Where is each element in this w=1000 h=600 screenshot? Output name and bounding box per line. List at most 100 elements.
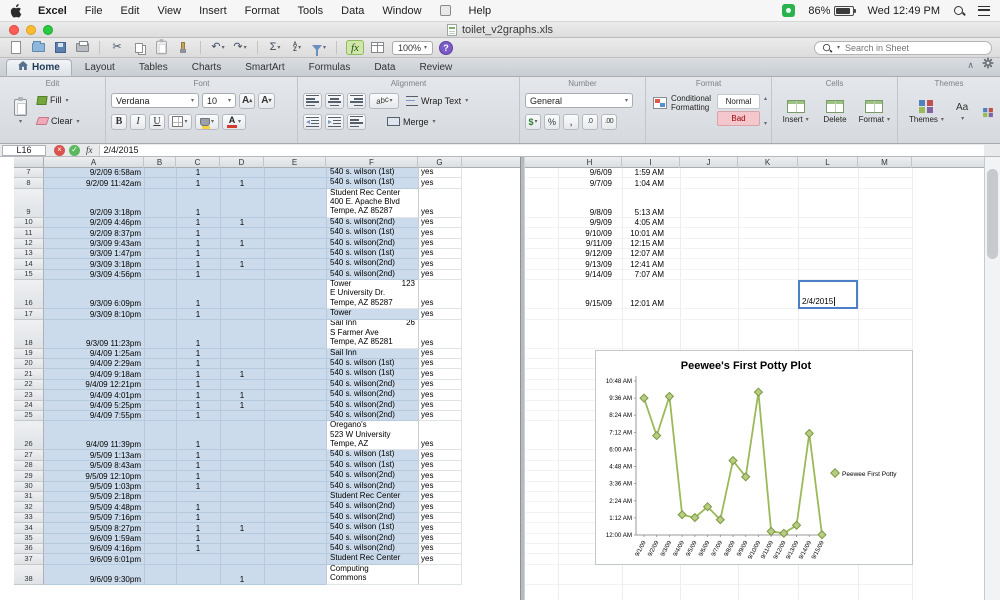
cell-F8[interactable]: 540 s. wilson (1st) <box>326 178 418 189</box>
tab-data[interactable]: Data <box>363 59 406 76</box>
font-family-select[interactable]: Verdana ▾ <box>111 93 199 108</box>
font-color-button[interactable]: A ▾ <box>222 113 246 130</box>
tab-home[interactable]: Home <box>6 59 72 76</box>
new-workbook-button[interactable] <box>8 40 24 55</box>
script-menu-icon[interactable] <box>439 5 451 16</box>
name-box[interactable]: L16 <box>2 144 46 156</box>
cell-C32[interactable]: 1 <box>176 502 220 512</box>
menu-help[interactable]: Help <box>469 5 492 17</box>
menu-data[interactable]: Data <box>341 5 364 17</box>
cell-A16[interactable]: 9/3/09 6:09pm <box>44 280 144 309</box>
cell-F19[interactable]: Sail Inn <box>326 348 418 359</box>
cell-C13[interactable]: 1 <box>176 249 220 259</box>
grow-font-button[interactable]: A <box>239 92 256 109</box>
cell-I11[interactable]: 10:01 AM <box>622 228 680 238</box>
style-bad[interactable]: Bad <box>717 111 760 126</box>
cut-button[interactable]: ✂ <box>109 40 125 55</box>
cell-A9[interactable]: 9/2/09 3:18pm <box>44 189 144 218</box>
cell-A18[interactable]: 9/3/09 11:23pm <box>44 320 144 349</box>
styles-scroll-down[interactable]: ▾ <box>764 120 767 127</box>
cell-F15[interactable]: 540 s. wilson(2nd) <box>326 269 418 281</box>
cell-I12[interactable]: 12:15 AM <box>622 239 680 249</box>
insert-function-button[interactable]: fx <box>86 145 93 155</box>
delete-cells-button[interactable]: Delete <box>816 90 853 134</box>
cell-C11[interactable]: 1 <box>176 228 220 238</box>
theme-colors-button[interactable] <box>980 90 996 134</box>
align-right-button[interactable] <box>347 92 366 109</box>
cell-A7[interactable]: 9/2/09 6:58am <box>44 168 144 178</box>
apple-menu-icon[interactable] <box>10 3 22 18</box>
vertical-scrollbar[interactable] <box>984 157 1000 600</box>
cell-A14[interactable]: 9/3/09 3:18pm <box>44 259 144 269</box>
cancel-entry-button[interactable]: × <box>54 144 65 156</box>
cell-F22[interactable]: 540 s. wilson(2nd) <box>326 379 418 391</box>
cell-G15[interactable]: yes <box>418 269 462 281</box>
wrap-text-button[interactable]: Wrap Text ▾ <box>406 93 468 109</box>
cell-F32[interactable]: 540 s. wilson(2nd) <box>326 502 418 513</box>
cell-C14[interactable]: 1 <box>176 259 220 269</box>
menu-file[interactable]: File <box>85 5 103 17</box>
cell-C33[interactable]: 1 <box>176 513 220 523</box>
row-header-16[interactable]: 16 <box>14 280 44 310</box>
cell-H12[interactable]: 9/11/09 <box>558 239 622 249</box>
row-header-17[interactable]: 17 <box>14 309 44 320</box>
column-header-J[interactable]: J <box>680 157 738 168</box>
paste-button[interactable]: ▾ <box>7 92 33 132</box>
row-17-right-pane[interactable] <box>526 309 912 320</box>
cell-A36[interactable]: 9/6/09 4:16pm <box>44 544 144 554</box>
notification-center-icon[interactable] <box>978 5 990 16</box>
borders-button[interactable]: ▾ <box>168 113 192 130</box>
cell-A19[interactable]: 9/4/09 1:25am <box>44 349 144 359</box>
select-all-corner[interactable] <box>14 157 44 167</box>
cell-G9[interactable]: yes <box>418 188 462 218</box>
currency-format-button[interactable]: $ ▾ <box>525 113 541 130</box>
cell-A30[interactable]: 9/5/09 1:03pm <box>44 482 144 492</box>
decrease-indent-button[interactable] <box>303 113 322 130</box>
column-header-C[interactable]: C <box>176 157 220 168</box>
cell-H14[interactable]: 9/13/09 <box>558 259 622 269</box>
cell-A13[interactable]: 9/3/09 1:47pm <box>44 249 144 259</box>
row-header-15[interactable]: 15 <box>14 269 44 281</box>
comma-format-button[interactable]: , <box>563 113 579 130</box>
cell-C35[interactable]: 1 <box>176 534 220 544</box>
cell-F29[interactable]: 540 s. wilson(2nd) <box>326 471 418 482</box>
cell-F13[interactable]: 540 s. wilson (1st) <box>326 249 418 260</box>
cell-A31[interactable]: 9/5/09 2:18pm <box>44 492 144 502</box>
cell-G18[interactable]: yes <box>418 319 462 349</box>
decrease-decimal-button[interactable]: .00 <box>601 113 617 130</box>
bold-button[interactable]: B <box>111 113 127 130</box>
fill-button[interactable]: Fill ▾ <box>36 92 80 108</box>
cell-F37[interactable]: Student Rec Center <box>326 554 418 565</box>
battery-indicator[interactable]: 86% <box>808 5 857 17</box>
menu-window[interactable]: Window <box>382 5 421 17</box>
clear-button[interactable]: Clear ▾ <box>35 113 80 129</box>
cell-F30[interactable]: 540 s. wilson(2nd) <box>326 481 418 492</box>
cell-I9[interactable]: 5:13 AM <box>622 189 680 218</box>
cell-H7[interactable]: 9/6/09 <box>558 168 622 178</box>
cell-F12[interactable]: 540 s. wilson(2nd) <box>326 238 418 249</box>
collapse-ribbon-button[interactable]: ∧ <box>967 60 974 71</box>
filter-button[interactable]: ▾ <box>311 40 327 56</box>
selected-cell-L16[interactable]: 2/4/2015 <box>798 280 858 310</box>
cell-F38[interactable]: Computing Commons <box>326 564 418 585</box>
cell-C25[interactable]: 1 <box>176 411 220 421</box>
menubar-clock[interactable]: Wed 12:49 PM <box>867 5 940 17</box>
cell-A28[interactable]: 9/5/09 8:43am <box>44 461 144 471</box>
close-window-button[interactable] <box>9 25 19 35</box>
percent-format-button[interactable]: % <box>544 113 560 130</box>
row-header-18[interactable]: 18 <box>14 319 44 349</box>
align-left-button[interactable] <box>303 92 322 109</box>
cell-C8[interactable]: 1 <box>176 178 220 188</box>
column-header-B[interactable]: B <box>144 157 176 168</box>
cell-A23[interactable]: 9/4/09 4:01pm <box>44 390 144 400</box>
column-header-G[interactable]: G <box>418 157 462 168</box>
style-normal[interactable]: Normal <box>717 94 760 109</box>
cell-D38[interactable]: 1 <box>220 565 264 585</box>
cell-G25[interactable]: yes <box>418 410 462 422</box>
row-18-right-pane[interactable] <box>526 320 912 349</box>
merge-button[interactable]: Merge ▾ <box>387 114 436 130</box>
cell-C22[interactable]: 1 <box>176 380 220 390</box>
cell-A33[interactable]: 9/5/09 7:16pm <box>44 513 144 523</box>
cell-A11[interactable]: 9/2/09 8:37pm <box>44 228 144 238</box>
cell-C20[interactable]: 1 <box>176 359 220 369</box>
